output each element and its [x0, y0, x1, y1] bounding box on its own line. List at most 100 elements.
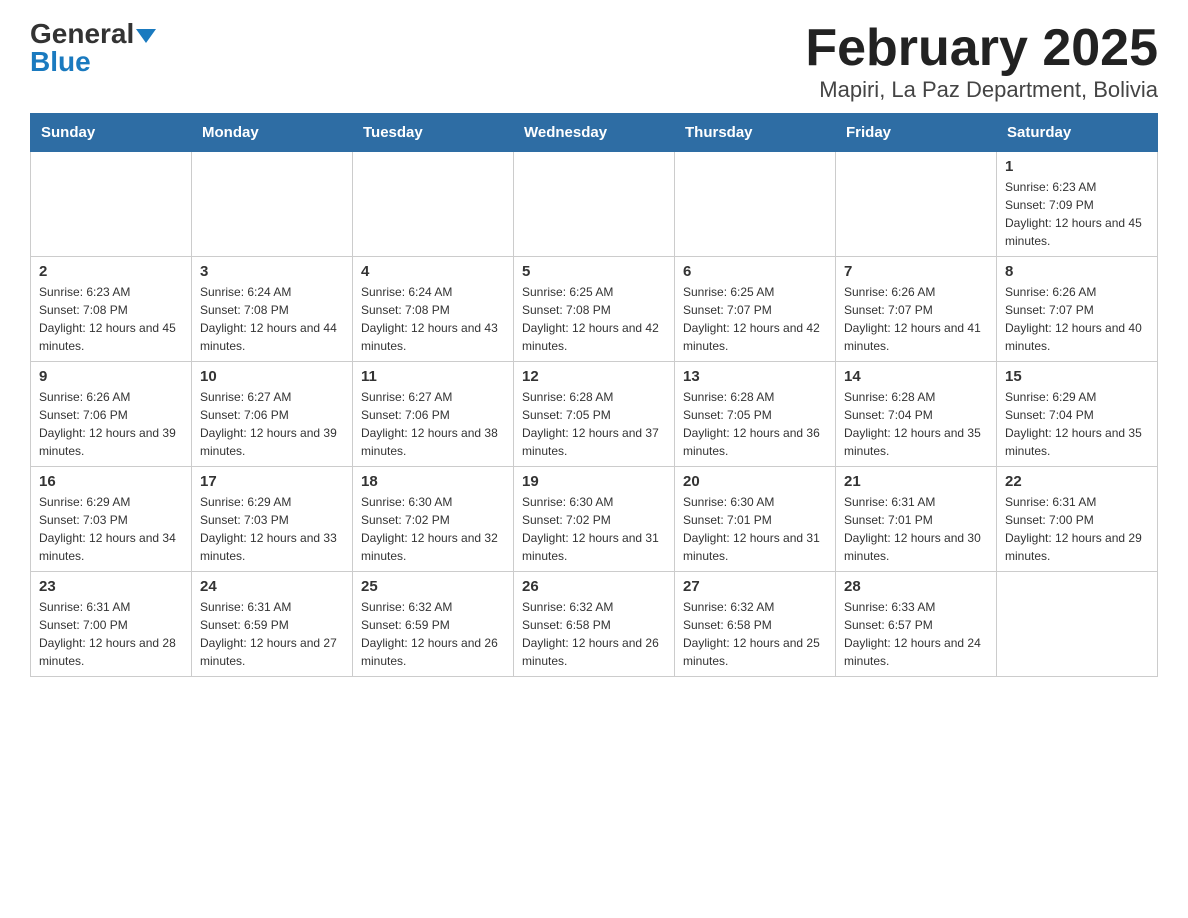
calendar-cell: 15 Sunrise: 6:29 AM Sunset: 7:04 PM Dayli… [997, 362, 1158, 467]
day-number: 24 [200, 578, 344, 595]
calendar-cell: 8 Sunrise: 6:26 AM Sunset: 7:07 PM Daylig… [997, 257, 1158, 362]
day-info: Sunrise: 6:31 AM Sunset: 7:00 PM Dayligh… [39, 598, 183, 670]
day-info: Sunrise: 6:27 AM Sunset: 7:06 PM Dayligh… [200, 388, 344, 460]
day-info: Sunrise: 6:32 AM Sunset: 6:58 PM Dayligh… [522, 598, 666, 670]
day-number: 2 [39, 263, 183, 280]
day-info: Sunrise: 6:28 AM Sunset: 7:04 PM Dayligh… [844, 388, 988, 460]
day-number: 23 [39, 578, 183, 595]
calendar-cell: 23 Sunrise: 6:31 AM Sunset: 7:00 PM Dayli… [31, 572, 192, 677]
weekday-header-thursday: Thursday [675, 114, 836, 152]
day-info: Sunrise: 6:29 AM Sunset: 7:03 PM Dayligh… [39, 493, 183, 565]
day-number: 9 [39, 368, 183, 385]
day-number: 15 [1005, 368, 1149, 385]
title-block: February 2025 Mapiri, La Paz Department,… [805, 20, 1158, 103]
weekday-header-monday: Monday [192, 114, 353, 152]
calendar-header-row: SundayMondayTuesdayWednesdayThursdayFrid… [31, 114, 1158, 152]
day-number: 5 [522, 263, 666, 280]
day-number: 21 [844, 473, 988, 490]
calendar-cell: 22 Sunrise: 6:31 AM Sunset: 7:00 PM Dayli… [997, 467, 1158, 572]
day-number: 13 [683, 368, 827, 385]
weekday-header-sunday: Sunday [31, 114, 192, 152]
day-number: 8 [1005, 263, 1149, 280]
calendar-cell: 4 Sunrise: 6:24 AM Sunset: 7:08 PM Daylig… [353, 257, 514, 362]
calendar-cell: 18Sunrise: 6:30 AM Sunset: 7:02 PM Dayli… [353, 467, 514, 572]
logo-general-row: General [30, 20, 156, 48]
day-info: Sunrise: 6:30 AM Sunset: 7:01 PM Dayligh… [683, 493, 827, 565]
day-number: 28 [844, 578, 988, 595]
day-info: Sunrise: 6:28 AM Sunset: 7:05 PM Dayligh… [683, 388, 827, 460]
day-number: 16 [39, 473, 183, 490]
day-info: Sunrise: 6:23 AM Sunset: 7:08 PM Dayligh… [39, 283, 183, 355]
day-info: Sunrise: 6:24 AM Sunset: 7:08 PM Dayligh… [361, 283, 505, 355]
calendar-cell: 16 Sunrise: 6:29 AM Sunset: 7:03 PM Dayli… [31, 467, 192, 572]
calendar-table: SundayMondayTuesdayWednesdayThursdayFrid… [30, 113, 1158, 677]
day-number: 10 [200, 368, 344, 385]
calendar-cell [31, 152, 192, 257]
day-number: 20 [683, 473, 827, 490]
calendar-cell [675, 152, 836, 257]
calendar-cell [997, 572, 1158, 677]
calendar-cell: 28 Sunrise: 6:33 AM Sunset: 6:57 PM Dayli… [836, 572, 997, 677]
day-number: 6 [683, 263, 827, 280]
calendar-cell: 6 Sunrise: 6:25 AM Sunset: 7:07 PM Daylig… [675, 257, 836, 362]
logo-triangle-icon [136, 29, 156, 43]
day-info: Sunrise: 6:31 AM Sunset: 7:00 PM Dayligh… [1005, 493, 1149, 565]
day-info: Sunrise: 6:32 AM Sunset: 6:59 PM Dayligh… [361, 598, 505, 670]
day-info: Sunrise: 6:29 AM Sunset: 7:04 PM Dayligh… [1005, 388, 1149, 460]
calendar-week-row: 23 Sunrise: 6:31 AM Sunset: 7:00 PM Dayli… [31, 572, 1158, 677]
day-number: 3 [200, 263, 344, 280]
calendar-cell [514, 152, 675, 257]
day-number: 17 [200, 473, 344, 490]
calendar-cell: 13 Sunrise: 6:28 AM Sunset: 7:05 PM Dayli… [675, 362, 836, 467]
day-number: 19 [522, 473, 666, 490]
calendar-cell: 21 Sunrise: 6:31 AM Sunset: 7:01 PM Dayli… [836, 467, 997, 572]
day-number: 25 [361, 578, 505, 595]
calendar-week-row: 9Sunrise: 6:26 AM Sunset: 7:06 PM Daylig… [31, 362, 1158, 467]
day-info: Sunrise: 6:28 AM Sunset: 7:05 PM Dayligh… [522, 388, 666, 460]
logo-blue-text: Blue [30, 46, 91, 77]
calendar-cell: 25 Sunrise: 6:32 AM Sunset: 6:59 PM Dayli… [353, 572, 514, 677]
calendar-title: February 2025 [805, 20, 1158, 77]
day-number: 26 [522, 578, 666, 595]
calendar-cell: 19 Sunrise: 6:30 AM Sunset: 7:02 PM Dayli… [514, 467, 675, 572]
day-info: Sunrise: 6:30 AM Sunset: 7:02 PM Dayligh… [522, 493, 666, 565]
day-info: Sunrise: 6:24 AM Sunset: 7:08 PM Dayligh… [200, 283, 344, 355]
day-number: 4 [361, 263, 505, 280]
calendar-cell: 5 Sunrise: 6:25 AM Sunset: 7:08 PM Daylig… [514, 257, 675, 362]
day-number: 18 [361, 473, 505, 490]
calendar-cell [353, 152, 514, 257]
calendar-cell: 10 Sunrise: 6:27 AM Sunset: 7:06 PM Dayli… [192, 362, 353, 467]
calendar-cell: 3 Sunrise: 6:24 AM Sunset: 7:08 PM Daylig… [192, 257, 353, 362]
calendar-cell: 20 Sunrise: 6:30 AM Sunset: 7:01 PM Dayli… [675, 467, 836, 572]
day-info: Sunrise: 6:29 AM Sunset: 7:03 PM Dayligh… [200, 493, 344, 565]
calendar-cell: 1Sunrise: 6:23 AM Sunset: 7:09 PM Daylig… [997, 152, 1158, 257]
day-info: Sunrise: 6:27 AM Sunset: 7:06 PM Dayligh… [361, 388, 505, 460]
day-number: 22 [1005, 473, 1149, 490]
day-number: 1 [1005, 158, 1149, 175]
day-number: 12 [522, 368, 666, 385]
calendar-cell: 24Sunrise: 6:31 AM Sunset: 6:59 PM Dayli… [192, 572, 353, 677]
day-info: Sunrise: 6:31 AM Sunset: 7:01 PM Dayligh… [844, 493, 988, 565]
day-number: 7 [844, 263, 988, 280]
day-info: Sunrise: 6:25 AM Sunset: 7:08 PM Dayligh… [522, 283, 666, 355]
logo-general-text: General [30, 18, 134, 49]
calendar-cell [836, 152, 997, 257]
day-info: Sunrise: 6:32 AM Sunset: 6:58 PM Dayligh… [683, 598, 827, 670]
day-info: Sunrise: 6:26 AM Sunset: 7:07 PM Dayligh… [1005, 283, 1149, 355]
day-number: 11 [361, 368, 505, 385]
calendar-subtitle: Mapiri, La Paz Department, Bolivia [805, 77, 1158, 103]
calendar-cell: 11 Sunrise: 6:27 AM Sunset: 7:06 PM Dayli… [353, 362, 514, 467]
calendar-cell: 12 Sunrise: 6:28 AM Sunset: 7:05 PM Dayli… [514, 362, 675, 467]
calendar-cell [192, 152, 353, 257]
weekday-header-friday: Friday [836, 114, 997, 152]
weekday-header-saturday: Saturday [997, 114, 1158, 152]
day-number: 27 [683, 578, 827, 595]
calendar-week-row: 16 Sunrise: 6:29 AM Sunset: 7:03 PM Dayli… [31, 467, 1158, 572]
day-info: Sunrise: 6:26 AM Sunset: 7:07 PM Dayligh… [844, 283, 988, 355]
weekday-header-wednesday: Wednesday [514, 114, 675, 152]
day-info: Sunrise: 6:25 AM Sunset: 7:07 PM Dayligh… [683, 283, 827, 355]
day-info: Sunrise: 6:33 AM Sunset: 6:57 PM Dayligh… [844, 598, 988, 670]
calendar-cell: 17 Sunrise: 6:29 AM Sunset: 7:03 PM Dayli… [192, 467, 353, 572]
calendar-cell: 14Sunrise: 6:28 AM Sunset: 7:04 PM Dayli… [836, 362, 997, 467]
calendar-cell: 9Sunrise: 6:26 AM Sunset: 7:06 PM Daylig… [31, 362, 192, 467]
